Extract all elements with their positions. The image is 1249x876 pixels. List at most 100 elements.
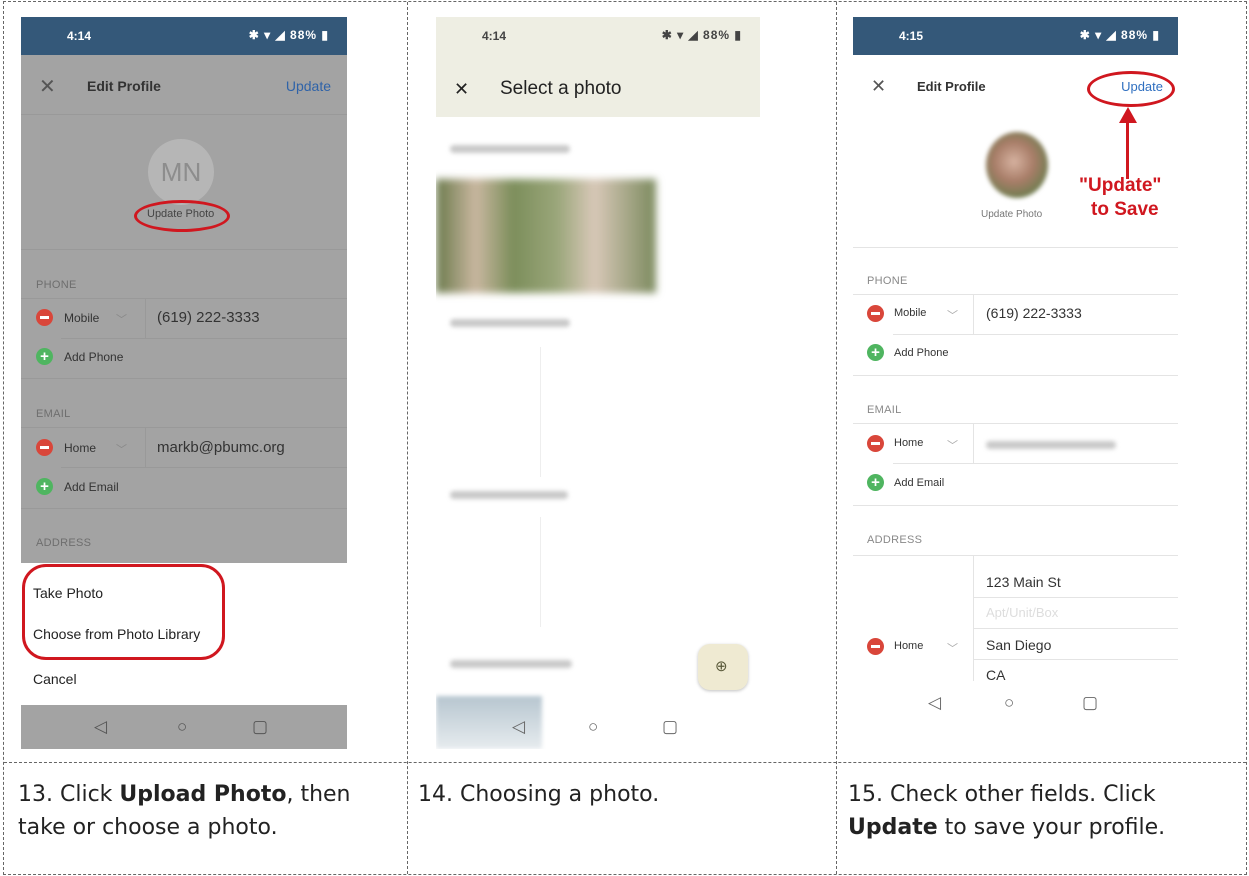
status-icons: ✱ ▾ ◢ 88% ▮ — [1079, 28, 1160, 42]
address-street[interactable]: 123 Main St — [986, 574, 1061, 590]
avatar[interactable]: MN — [148, 139, 214, 205]
caption-text: 15. Check other fields. Click — [848, 782, 1156, 807]
arrow-up-icon — [1119, 107, 1137, 123]
status-icons: ✱ ▾ ◢ 88% ▮ — [661, 28, 742, 42]
column-divider — [836, 2, 837, 874]
battery-text: 88% — [703, 28, 731, 42]
photo-thumbnail[interactable] — [436, 179, 656, 293]
email-type[interactable]: Home — [894, 437, 923, 449]
screenshot-edit-profile-updated: 4:15 ✱ ▾ ◢ 88% ▮ ✕ Edit Profile Update "… — [853, 17, 1178, 725]
back-icon[interactable]: ◁ — [512, 717, 525, 737]
email-value-blurred[interactable] — [986, 441, 1116, 449]
column-divider — [407, 2, 408, 874]
add-phone-icon[interactable]: + — [36, 348, 53, 365]
status-time: 4:15 — [899, 29, 924, 43]
email-section-label: EMAIL — [36, 408, 71, 420]
caption-step-13: 13. Click Upload Photo, then take or cho… — [18, 778, 393, 844]
avatar-photo[interactable] — [986, 132, 1048, 198]
status-bar: 4:15 ✱ ▾ ◢ 88% ▮ — [853, 17, 1178, 55]
add-email-button[interactable]: Add Email — [894, 477, 944, 489]
zoom-button[interactable]: ⊕ — [698, 644, 748, 690]
close-icon[interactable]: ✕ — [39, 74, 56, 99]
add-email-icon[interactable]: + — [867, 474, 884, 491]
back-icon[interactable]: ◁ — [928, 693, 941, 713]
status-icons: ✱ ▾ ◢ 88% ▮ — [248, 28, 329, 42]
phone-type[interactable]: Mobile — [894, 307, 926, 319]
caption-text: 13. Click — [18, 782, 120, 807]
remove-phone-icon[interactable] — [867, 305, 884, 322]
close-icon[interactable]: ✕ — [454, 79, 469, 100]
home-icon[interactable]: ○ — [177, 717, 187, 737]
phone-type[interactable]: Mobile — [64, 311, 99, 325]
update-photo-link[interactable]: Update Photo — [981, 209, 1042, 220]
android-nav-bar: ◁ ○ ▢ — [21, 705, 347, 749]
remove-email-icon[interactable] — [36, 439, 53, 456]
highlight-oval — [22, 564, 225, 660]
chevron-down-icon[interactable]: ﹀ — [947, 307, 958, 323]
address-section-label: ADDRESS — [867, 534, 923, 546]
annotation-text: to Save — [1091, 199, 1159, 220]
date-header — [450, 145, 570, 153]
android-nav-bar: ◁ ○ ▢ — [436, 705, 760, 749]
close-icon[interactable]: ✕ — [871, 76, 886, 97]
battery-text: 88% — [1121, 28, 1149, 42]
header-title: Edit Profile — [87, 78, 161, 94]
zoom-in-icon: ⊕ — [715, 658, 728, 675]
header-title: Select a photo — [500, 78, 622, 99]
back-icon[interactable]: ◁ — [94, 717, 107, 737]
add-phone-icon[interactable]: + — [867, 344, 884, 361]
address-unit-field[interactable]: Apt/Unit/Box — [986, 605, 1058, 620]
screenshot-select-photo: 4:14 ✱ ▾ ◢ 88% ▮ ✕ Select a photo ⊕ ◁ ○ … — [436, 17, 760, 749]
date-header — [450, 319, 570, 327]
header-title: Edit Profile — [917, 79, 986, 94]
chevron-down-icon[interactable]: ﹀ — [947, 640, 958, 656]
email-type[interactable]: Home — [64, 441, 96, 455]
caption-bold: Upload Photo — [119, 782, 287, 807]
address-city[interactable]: San Diego — [986, 637, 1051, 653]
caption-text: to save your profile. — [937, 815, 1166, 840]
caption-step-14: 14. Choosing a photo. — [418, 778, 818, 811]
phone-section-label: PHONE — [867, 275, 908, 287]
home-icon[interactable]: ○ — [1004, 693, 1014, 713]
date-header — [450, 491, 568, 499]
highlight-oval — [1087, 71, 1175, 107]
remove-address-icon[interactable] — [867, 638, 884, 655]
recents-icon[interactable]: ▢ — [662, 717, 678, 737]
add-phone-button[interactable]: Add Phone — [894, 347, 948, 359]
caption-text: 14. Choosing a photo. — [418, 782, 660, 807]
chevron-down-icon[interactable]: ﹀ — [116, 311, 127, 327]
address-type[interactable]: Home — [894, 640, 923, 652]
update-button[interactable]: Update — [286, 78, 331, 94]
home-icon[interactable]: ○ — [588, 717, 598, 737]
phone-value[interactable]: (619) 222-3333 — [986, 305, 1082, 321]
status-time: 4:14 — [482, 29, 507, 43]
row-divider — [4, 762, 1246, 763]
status-time: 4:14 — [67, 29, 92, 43]
add-email-icon[interactable]: + — [36, 478, 53, 495]
chevron-down-icon[interactable]: ﹀ — [116, 441, 127, 457]
address-section-label: ADDRESS — [36, 537, 92, 549]
annotation-text: "Update" — [1079, 175, 1162, 196]
screenshot-edit-profile-photo-menu: 4:14 ✱ ▾ ◢ 88% ▮ ✕ Edit Profile Update M… — [21, 17, 347, 749]
caption-bold: Update — [848, 815, 938, 840]
phone-section-label: PHONE — [36, 279, 77, 291]
remove-email-icon[interactable] — [867, 435, 884, 452]
cancel-option[interactable]: Cancel — [33, 671, 77, 687]
remove-phone-icon[interactable] — [36, 309, 53, 326]
status-bar: 4:14 ✱ ▾ ◢ 88% ▮ — [436, 17, 760, 55]
highlight-oval — [134, 200, 230, 232]
caption-step-15: 15. Check other fields. Click Update to … — [848, 778, 1243, 844]
status-bar: 4:14 ✱ ▾ ◢ 88% ▮ — [21, 17, 347, 55]
add-email-button[interactable]: Add Email — [64, 480, 119, 494]
chevron-down-icon[interactable]: ﹀ — [947, 437, 958, 453]
arrow-shaft — [1126, 119, 1129, 179]
android-nav-bar: ◁ ○ ▢ — [853, 681, 1178, 725]
battery-text: 88% — [290, 28, 318, 42]
recents-icon[interactable]: ▢ — [1082, 693, 1098, 713]
email-section-label: EMAIL — [867, 404, 902, 416]
email-value[interactable]: markb@pbumc.org — [157, 439, 285, 456]
recents-icon[interactable]: ▢ — [252, 717, 268, 737]
date-header — [450, 660, 572, 668]
add-phone-button[interactable]: Add Phone — [64, 350, 123, 364]
phone-value[interactable]: (619) 222-3333 — [157, 309, 260, 326]
